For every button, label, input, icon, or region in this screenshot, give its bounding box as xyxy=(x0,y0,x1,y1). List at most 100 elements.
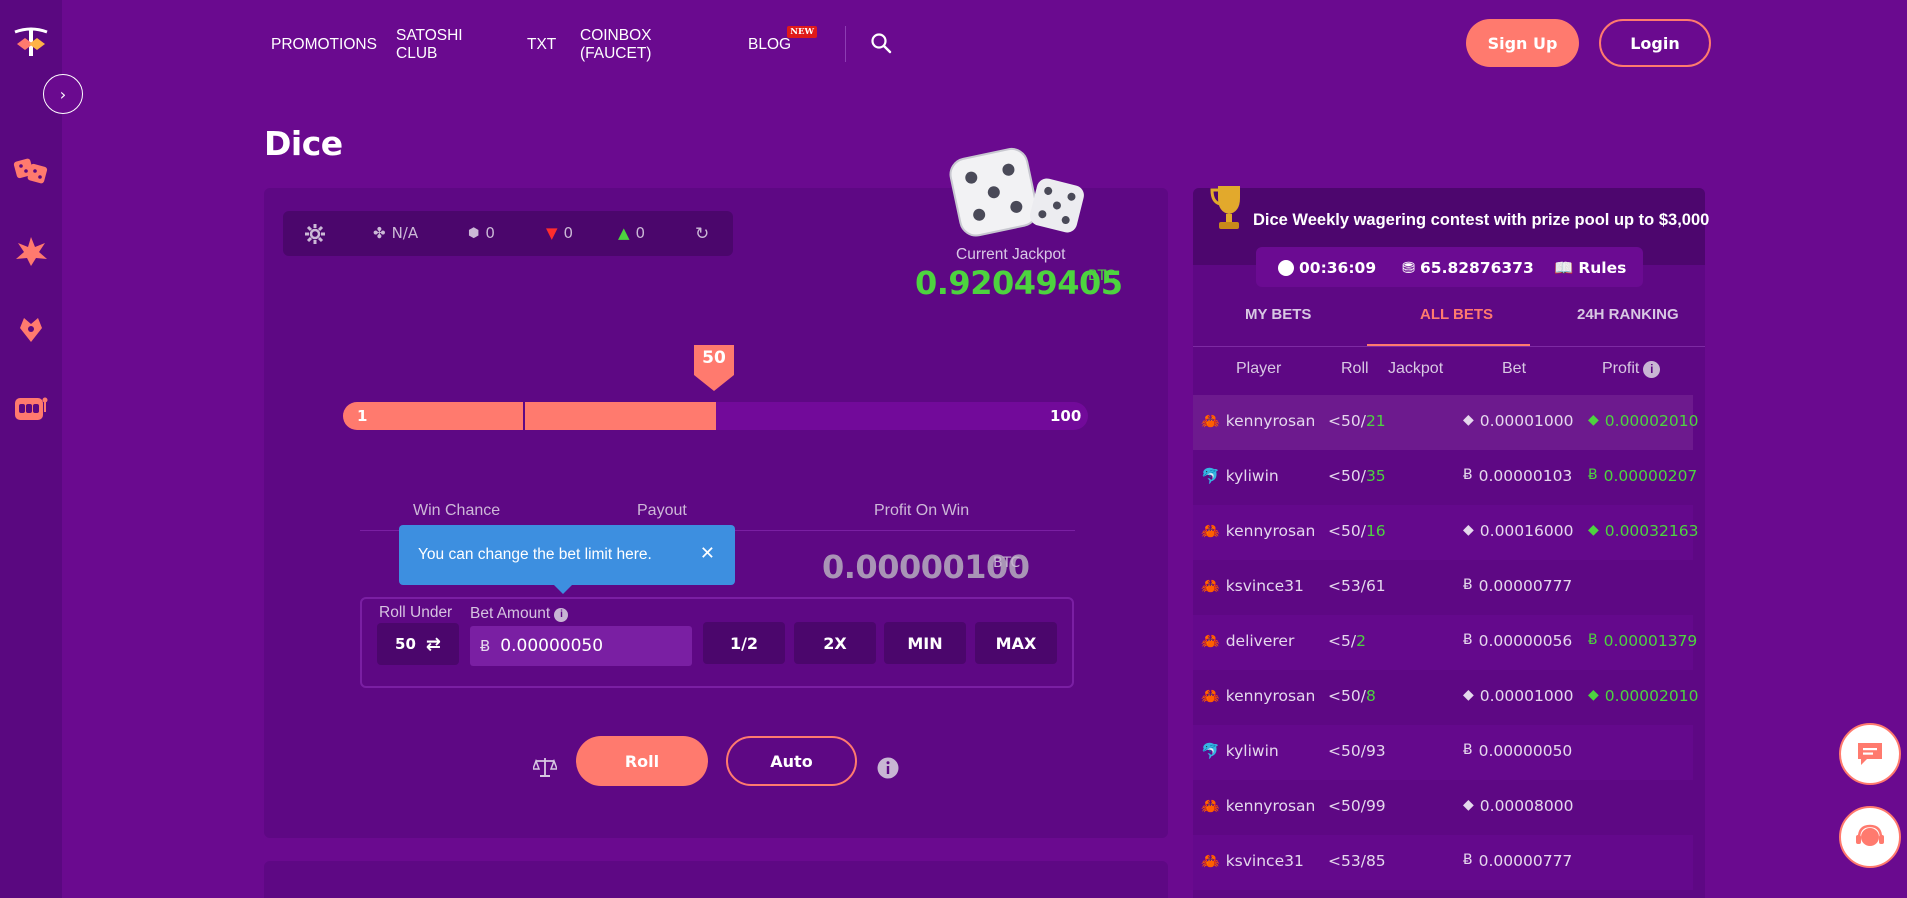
trophy-icon xyxy=(1210,186,1240,229)
btc-coin-icon: Ƀ xyxy=(1588,632,1598,648)
clover-icon: ✤ xyxy=(373,224,386,242)
info-icon[interactable] xyxy=(876,756,900,780)
profit-amount: 0.00002010 xyxy=(1604,687,1699,705)
roll-target: <50/ xyxy=(1328,797,1366,815)
nav-txt[interactable]: TXT xyxy=(527,36,556,54)
crab-avatar-icon: 🦀 xyxy=(1201,632,1220,650)
bet-amount: 0.00001000 xyxy=(1479,687,1574,705)
player-cell[interactable]: 🦀 deliverer xyxy=(1201,632,1294,650)
player-name: kennyrosan xyxy=(1225,412,1316,430)
profit-on-win-unit: BTC xyxy=(993,555,1021,571)
eth-coin-icon: ◆ xyxy=(1463,797,1474,813)
player-cell[interactable]: 🦀 ksvince31 xyxy=(1201,577,1304,595)
roll-result: 2 xyxy=(1356,632,1366,650)
table-row[interactable]: 🐬 kyliwin <50/93 Ƀ 0.00000050 xyxy=(1193,725,1693,780)
coins-icon: ⛃ xyxy=(1402,259,1415,277)
up-arrow-icon: ▲ xyxy=(618,224,630,242)
roll-target: <53/ xyxy=(1328,577,1366,595)
wins-stat: ▲ 0 xyxy=(618,224,645,242)
roll-result: 35 xyxy=(1365,467,1386,485)
nav-satoshi-club[interactable]: SATOSHI CLUB xyxy=(396,27,463,63)
player-name: kennyrosan xyxy=(1225,797,1316,815)
expand-sidebar-button[interactable]: › xyxy=(43,74,83,114)
page-title: Dice xyxy=(264,124,343,163)
payout-label: Payout xyxy=(637,502,687,519)
roll-cell: <53/61 xyxy=(1328,577,1386,595)
crash-game-icon[interactable] xyxy=(12,233,50,269)
luck-value: N/A xyxy=(391,224,419,242)
eth-coin-icon: ◆ xyxy=(1588,522,1599,538)
player-cell[interactable]: 🐬 kyliwin xyxy=(1201,742,1279,760)
dice-game-icon[interactable] xyxy=(12,153,50,189)
roll-cell: <53/85 xyxy=(1328,852,1386,870)
half-bet-button[interactable]: 1/2 xyxy=(703,622,785,664)
info-icon[interactable]: i xyxy=(554,608,569,622)
table-row[interactable]: 🦀 kennyrosan <50/99 ◆ 0.00008000 xyxy=(1193,780,1693,835)
slots-game-icon[interactable] xyxy=(12,390,50,426)
double-bet-button[interactable]: 2X xyxy=(794,622,876,664)
bet-amount: 0.00000103 xyxy=(1478,467,1573,485)
settings-gear-icon[interactable] xyxy=(304,223,326,245)
roll-cell: <50/35 xyxy=(1328,467,1386,485)
auto-button[interactable]: Auto xyxy=(726,736,857,786)
roll-target: <50/ xyxy=(1328,742,1366,760)
bets-count: 0 xyxy=(485,224,495,242)
roll-button[interactable]: Roll xyxy=(576,736,708,786)
login-button[interactable]: Login xyxy=(1599,19,1711,67)
col-bet: Bet xyxy=(1502,360,1527,377)
search-icon[interactable] xyxy=(869,31,893,55)
bet-amount-input[interactable] xyxy=(500,636,671,656)
bet-cell: ◆ 0.00001000 xyxy=(1463,687,1573,705)
nav-coinbox[interactable]: COINBOX (FAUCET) xyxy=(580,27,651,63)
roll-result: 21 xyxy=(1365,412,1386,430)
nav-blog[interactable]: BLOG NEW xyxy=(748,26,818,54)
bet-cell: Ƀ 0.00000103 xyxy=(1463,467,1572,485)
roll-target: <50/ xyxy=(1328,467,1366,485)
support-button[interactable] xyxy=(1839,806,1901,868)
refresh-icon[interactable]: ↻ xyxy=(695,224,709,244)
player-cell[interactable]: 🐬 kyliwin xyxy=(1201,467,1279,485)
slider-max-label: 100 xyxy=(1050,407,1082,425)
crab-avatar-icon: 🦀 xyxy=(1201,412,1220,430)
roll-result: 16 xyxy=(1365,522,1386,540)
tab-all-bets[interactable]: ALL BETS xyxy=(1420,306,1493,323)
roll-cell: <50/21 xyxy=(1328,412,1386,430)
sign-up-button[interactable]: Sign Up xyxy=(1466,19,1579,67)
player-cell[interactable]: 🦀 kennyrosan xyxy=(1201,687,1315,705)
max-bet-button[interactable]: MAX xyxy=(975,622,1057,664)
table-row[interactable]: 🦀 kennyrosan <50/8 ◆ 0.00001000 ◆ 0.00002010 xyxy=(1193,670,1698,725)
roll-under-toggle[interactable]: 50 ⇄ xyxy=(377,623,459,665)
table-row[interactable]: 🦀 kennyrosan <50/21 ◆ 0.00001000 ◆ 0.00002010 xyxy=(1193,395,1698,450)
bet-amount-field[interactable]: Ƀ xyxy=(470,626,692,666)
player-cell[interactable]: 🦀 kennyrosan xyxy=(1201,412,1315,430)
player-cell[interactable]: 🦀 kennyrosan xyxy=(1201,797,1315,815)
player-cell[interactable]: 🦀 ksvince31 xyxy=(1201,852,1304,870)
profit-amount: 0.00002010 xyxy=(1604,412,1699,430)
hilo-game-icon[interactable] xyxy=(12,312,50,348)
fairness-scale-icon[interactable] xyxy=(533,756,557,778)
table-row[interactable]: 🦀 ksvince31 <53/61 Ƀ 0.00000777 xyxy=(1193,560,1693,615)
player-cell[interactable]: 🦀 kennyrosan xyxy=(1201,522,1315,540)
bet-amount: 0.00000777 xyxy=(1478,577,1573,595)
roll-under-value: 50 xyxy=(395,635,416,653)
tab-24h-ranking[interactable]: 24H RANKING xyxy=(1577,306,1679,323)
contest-rules-link[interactable]: 📖 Rules xyxy=(1554,259,1626,277)
chat-button[interactable] xyxy=(1839,723,1901,785)
bet-cell: Ƀ 0.00000056 xyxy=(1463,632,1572,650)
roll-slider-track[interactable] xyxy=(343,402,1088,430)
min-bet-button[interactable]: MIN xyxy=(884,622,966,664)
table-row[interactable]: 🐬 kyliwin <50/35 Ƀ 0.00000103 Ƀ 0.00000207 xyxy=(1193,450,1697,505)
table-row[interactable]: 🦀 ksvince31 <53/85 Ƀ 0.00000777 xyxy=(1193,835,1693,890)
tab-my-bets[interactable]: MY BETS xyxy=(1245,306,1311,323)
roll-result: 93 xyxy=(1365,742,1386,760)
tooltip-close-icon[interactable]: ✕ xyxy=(700,543,715,564)
table-row[interactable]: 🦀 deliverer <5/2 Ƀ 0.00000056 Ƀ 0.00001379 xyxy=(1193,615,1697,670)
crab-avatar-icon: 🦀 xyxy=(1201,577,1220,595)
site-logo[interactable] xyxy=(11,26,51,60)
eth-coin-icon: ◆ xyxy=(1463,522,1474,538)
eth-coin-icon: ◆ xyxy=(1588,412,1599,428)
crab-avatar-icon: 🦀 xyxy=(1201,522,1220,540)
table-row[interactable]: 🦀 kennyrosan <50/16 ◆ 0.00016000 ◆ 0.00032163 xyxy=(1193,505,1698,560)
nav-promotions[interactable]: PROMOTIONS xyxy=(271,36,377,54)
info-icon[interactable]: i xyxy=(1643,360,1661,378)
